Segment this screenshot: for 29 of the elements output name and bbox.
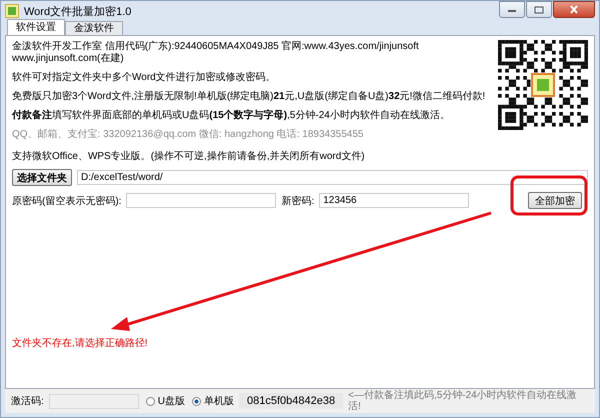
maximize-button[interactable] <box>526 1 552 18</box>
info-text: 付款备注填写软件界面底部的单机码或U盘码(15个数字与字母),5分钟-24小时内软件自动在线激活。 <box>12 110 451 122</box>
old-password-field[interactable] <box>126 193 276 208</box>
close-icon <box>569 5 579 14</box>
error-message: 文件夹不存在,请选择正确路径! <box>12 336 149 350</box>
tab[interactable]: 金泼软件 <box>65 21 123 35</box>
old-password-label: 原密码(留空表示无密码): <box>12 194 122 208</box>
maximize-icon <box>534 6 544 14</box>
window-title: Word文件批量加密1.0 <box>24 4 132 18</box>
activation-code-field[interactable] <box>48 394 139 408</box>
new-password-label: 新密码: <box>281 194 314 208</box>
close-button[interactable] <box>553 1 595 18</box>
info-text: 金泼软件开发工作室 信用代码(广东):92440605MA4X049J85 官网:www.43yes.com/jinjunsoft www.jinjunsoft.com(在建) <box>12 41 420 65</box>
tab[interactable]: 软件设置 <box>7 19 65 35</box>
hint-text: <—付款备注填此码,5分钟-24小时内软件自动在线激活! <box>348 390 578 412</box>
encrypt-all-button[interactable]: 全部加密 <box>528 192 582 209</box>
notice-text: 支持微软Office、WPS专业版。(操作不可逆,操作前请备份,并关闭所有word文件) <box>12 150 366 163</box>
license-radio[interactable]: 单机版 <box>192 394 234 408</box>
app-logo-icon <box>5 4 19 18</box>
info-text: QQ、邮箱、支付宝: 332092136@qq.com 微信: hangzhong 电话: 18934355455 <box>12 129 364 141</box>
machine-code: 081c5f0b4842e38 <box>239 393 344 409</box>
new-password-field[interactable]: 123456 <box>319 193 470 208</box>
minimize-button[interactable] <box>499 1 525 18</box>
activation-label: 激活码: <box>11 395 44 408</box>
info-text: 免费版只加密3个Word文件,注册版无限制!单机版(绑定电脑)21元,U盘版(绑定自备U盘)32元!微信二维码付款! <box>12 91 486 103</box>
license-radio[interactable]: U盘版 <box>146 394 186 408</box>
info-text: 软件可对指定文件夹中多个Word文件进行加密或修改密码。 <box>12 72 277 84</box>
folder-path-field[interactable]: D:/excelTest/word/ <box>77 170 588 185</box>
choose-folder-button[interactable]: 选择文件夹 <box>12 169 72 186</box>
